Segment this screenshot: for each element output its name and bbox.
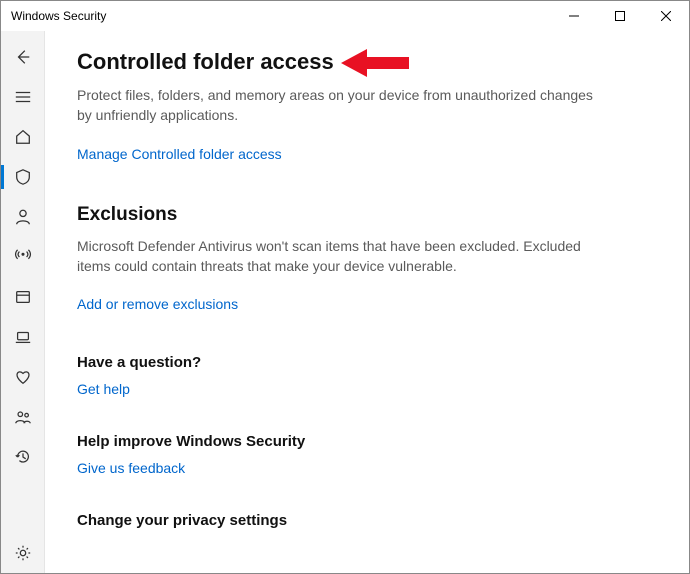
section-exclusions: Exclusions Microsoft Defender Antivirus … [77,204,659,315]
section-description: Microsoft Defender Antivirus won't scan … [77,236,597,277]
sidebar-item-firewall[interactable] [1,237,45,277]
laptop-icon [14,328,32,346]
section-improve: Help improve Windows Security Give us fe… [77,433,659,478]
close-button[interactable] [643,1,689,31]
title-bar: Windows Security [1,1,689,31]
content-area: Controlled folder access Protect files, … [45,31,689,573]
menu-button[interactable] [1,77,45,117]
window-controls [551,1,689,31]
section-heading: Have a question? [77,354,659,371]
hamburger-icon [14,88,32,106]
sidebar-item-app-browser[interactable] [1,277,45,317]
section-heading: Change your privacy settings [77,512,659,529]
section-question: Have a question? Get help [77,354,659,399]
shield-icon [14,168,32,186]
get-help-link[interactable]: Get help [77,381,130,397]
back-arrow-icon [14,48,32,66]
sidebar-item-device-performance[interactable] [1,357,45,397]
give-feedback-link[interactable]: Give us feedback [77,460,185,476]
section-description: Protect files, folders, and memory areas… [77,85,597,126]
section-heading: Exclusions [77,204,659,226]
window-title: Windows Security [11,9,551,23]
sidebar-item-settings[interactable] [1,533,45,573]
sidebar-item-history[interactable] [1,437,45,477]
section-privacy: Change your privacy settings [77,512,659,529]
sidebar-item-family[interactable] [1,397,45,437]
back-button[interactable] [1,37,45,77]
section-controlled-folder-access: Controlled folder access Protect files, … [77,49,659,164]
history-icon [14,448,32,466]
maximize-button[interactable] [597,1,643,31]
gear-icon [14,544,32,562]
person-icon [14,208,32,226]
section-heading: Controlled folder access [77,49,659,75]
sidebar-item-virus-protection[interactable] [1,157,45,197]
minimize-button[interactable] [551,1,597,31]
heart-pulse-icon [14,368,32,386]
sidebar-item-account-protection[interactable] [1,197,45,237]
wifi-icon [14,248,32,266]
window-icon [14,288,32,306]
people-icon [14,408,32,426]
manage-cfa-link[interactable]: Manage Controlled folder access [77,146,282,162]
sidebar-item-device-security[interactable] [1,317,45,357]
sidebar-item-home[interactable] [1,117,45,157]
sidebar [1,31,45,573]
section-heading: Help improve Windows Security [77,433,659,450]
home-icon [14,128,32,146]
add-remove-exclusions-link[interactable]: Add or remove exclusions [77,296,238,312]
